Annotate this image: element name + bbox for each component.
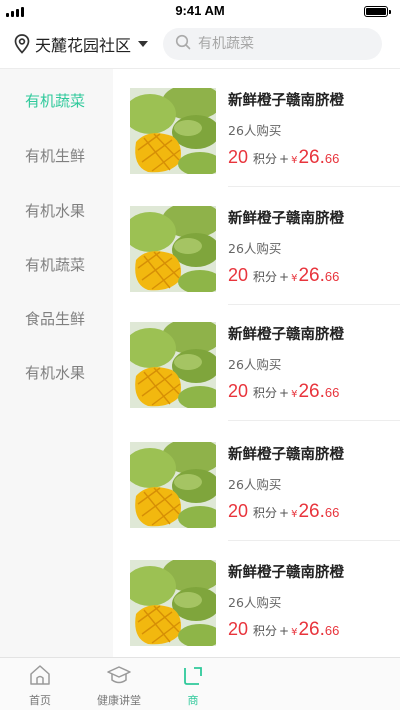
search-bar[interactable]	[163, 28, 382, 60]
product-sales: 26人购买	[228, 241, 282, 256]
product-price: 20 积分 + ¥26.66	[228, 147, 339, 169]
tab-health-lecture[interactable]: 健康讲堂	[86, 658, 152, 710]
price-integer: 26.	[298, 501, 325, 522]
points-value: 20	[228, 265, 249, 285]
product-item[interactable]: 新鲜橙子赣南脐橙 26人购买 20 积分 + ¥26.66	[113, 187, 400, 305]
product-image	[130, 560, 216, 646]
product-price: 20 积分 + ¥26.66	[228, 381, 339, 403]
currency-symbol: ¥	[291, 509, 298, 520]
currency-symbol: ¥	[291, 273, 298, 284]
tab-shop[interactable]: 商	[160, 658, 226, 710]
product-item[interactable]: 新鲜橙子赣南脐橙 26人购买 20 积分 + ¥26.66	[113, 541, 400, 659]
home-icon	[28, 664, 52, 686]
product-item[interactable]: 新鲜橙子赣南脐橙 26人购买 20 积分 + ¥26.66	[113, 303, 400, 421]
price-integer: 26.	[298, 619, 325, 640]
product-image	[130, 88, 216, 174]
product-price: 20 积分 + ¥26.66	[228, 619, 339, 641]
category-item-organic-fresh[interactable]: 有机生鲜	[0, 141, 113, 171]
product-item[interactable]: 新鲜橙子赣南脐橙 26人购买 20 积分 + ¥26.66	[113, 69, 400, 187]
location-selector[interactable]: 天麓花园社区	[14, 32, 149, 56]
product-list: 新鲜橙子赣南脐橙 26人购买 20 积分 + ¥26.66 新鲜橙子赣南脐橙 2…	[113, 69, 400, 657]
header: 天麓花园社区	[0, 26, 400, 66]
price-decimal: 66	[324, 623, 340, 638]
currency-symbol: ¥	[291, 389, 298, 400]
product-title: 新鲜橙子赣南脐橙	[228, 211, 344, 227]
price-decimal: 66	[324, 151, 340, 166]
divider	[228, 420, 400, 421]
currency-symbol: ¥	[291, 627, 298, 638]
tab-label: 首页	[29, 694, 51, 707]
product-title: 新鲜橙子赣南脐橙	[228, 565, 344, 581]
category-item-organic-fruit[interactable]: 有机水果	[0, 196, 113, 226]
product-price: 20 积分 + ¥26.66	[228, 265, 339, 287]
points-value: 20	[228, 147, 249, 167]
category-sidebar: 有机蔬菜 有机生鲜 有机水果 有机蔬菜 食品生鲜 有机水果	[0, 69, 113, 657]
product-sales: 26人购买	[228, 595, 282, 610]
points-label: 积分	[253, 386, 278, 400]
product-sales: 26人购买	[228, 123, 282, 138]
caret-down-icon	[138, 41, 149, 47]
plus-sign: +	[279, 270, 290, 284]
plus-sign: +	[279, 386, 290, 400]
product-sales: 26人购买	[228, 357, 282, 372]
tab-label: 健康讲堂	[97, 694, 141, 707]
battery-icon	[364, 6, 391, 17]
plus-sign: +	[279, 506, 290, 520]
tab-home[interactable]: 首页	[7, 658, 73, 710]
shop-icon	[181, 664, 205, 686]
product-image	[130, 442, 216, 528]
points-label: 积分	[253, 270, 278, 284]
price-decimal: 66	[324, 505, 340, 520]
points-value: 20	[228, 381, 249, 401]
search-icon	[175, 34, 191, 54]
points-value: 20	[228, 501, 249, 521]
currency-symbol: ¥	[291, 155, 298, 166]
category-item-food-fresh[interactable]: 食品生鲜	[0, 304, 113, 334]
product-image	[130, 206, 216, 292]
status-time: 9:41 AM	[175, 3, 225, 18]
category-item-organic-vegetables[interactable]: 有机蔬菜	[0, 86, 113, 116]
points-label: 积分	[253, 506, 278, 520]
category-item-organic-fruit-2[interactable]: 有机水果	[0, 358, 113, 388]
product-title: 新鲜橙子赣南脐橙	[228, 93, 344, 109]
status-bar: 9:41 AM	[0, 0, 400, 24]
price-integer: 26.	[298, 147, 325, 168]
product-title: 新鲜橙子赣南脐橙	[228, 447, 344, 463]
graduation-cap-icon	[107, 664, 131, 686]
bottom-tab-bar: 首页 健康讲堂 商	[0, 657, 400, 710]
points-value: 20	[228, 619, 249, 639]
points-label: 积分	[253, 152, 278, 166]
tab-label: 商	[187, 694, 199, 707]
location-pin-icon	[14, 34, 30, 54]
category-item-organic-vegetables-2[interactable]: 有机蔬菜	[0, 250, 113, 280]
product-sales: 26人购买	[228, 477, 282, 492]
price-decimal: 66	[324, 385, 340, 400]
product-image	[130, 322, 216, 408]
points-label: 积分	[253, 624, 278, 638]
price-integer: 26.	[298, 265, 325, 286]
location-name: 天麓花园社区	[35, 36, 132, 55]
product-price: 20 积分 + ¥26.66	[228, 501, 339, 523]
product-title: 新鲜橙子赣南脐橙	[228, 327, 344, 343]
product-item[interactable]: 新鲜橙子赣南脐橙 26人购买 20 积分 + ¥26.66	[113, 423, 400, 541]
plus-sign: +	[279, 624, 290, 638]
plus-sign: +	[279, 152, 290, 166]
search-input[interactable]	[198, 36, 368, 52]
price-decimal: 66	[324, 269, 340, 284]
price-integer: 26.	[298, 381, 325, 402]
